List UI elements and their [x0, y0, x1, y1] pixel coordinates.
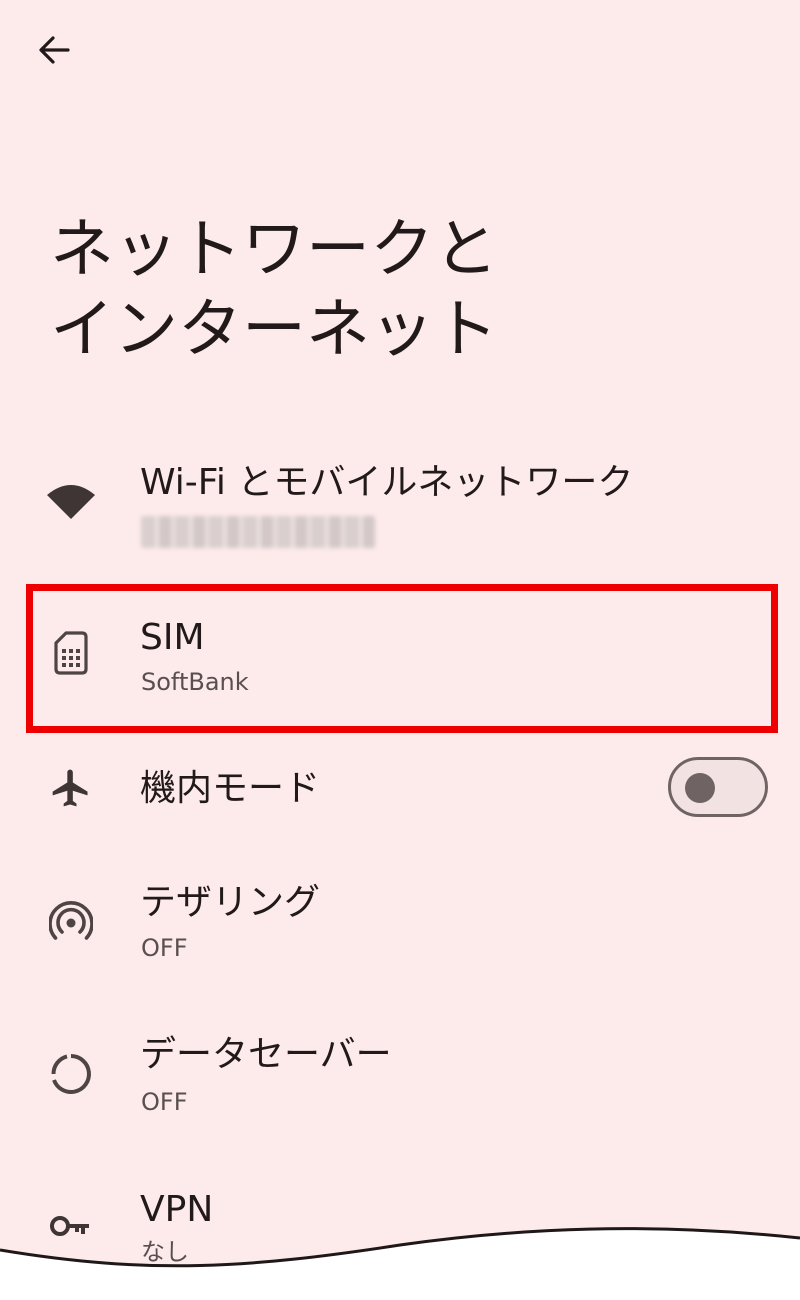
- data-saver-subtitle: OFF: [141, 1088, 188, 1116]
- wifi-network-name-blurred: [141, 516, 375, 548]
- tethering-title: テザリング: [140, 882, 321, 923]
- page-title-line2: インターネット: [50, 293, 498, 367]
- sim-item[interactable]: SIM SoftBank: [0, 600, 800, 705]
- sim-subtitle: SoftBank: [141, 668, 249, 696]
- tethering-item[interactable]: テザリング OFF: [0, 875, 800, 975]
- wifi-mobile-network-title: Wi-Fi とモバイルネットワーク: [140, 462, 634, 503]
- page-title-line1: ネットワークと: [50, 213, 498, 287]
- airplane-mode-title: 機内モード: [140, 768, 321, 809]
- sim-title: SIM: [140, 617, 205, 658]
- vpn-item[interactable]: VPN なし: [0, 1185, 800, 1275]
- airplane-mode-toggle[interactable]: [668, 757, 768, 817]
- page-title: ネットワークと インターネット: [50, 210, 750, 370]
- wifi-mobile-network-item[interactable]: Wi-Fi とモバイルネットワーク: [0, 455, 800, 565]
- vpn-subtitle: なし: [141, 1238, 189, 1266]
- tethering-subtitle: OFF: [141, 934, 188, 962]
- data-saver-icon: [45, 1048, 97, 1100]
- back-button[interactable]: [24, 22, 84, 78]
- data-saver-item[interactable]: データセーバー OFF: [0, 1030, 800, 1130]
- sim-card-icon: [45, 627, 97, 679]
- vpn-title: VPN: [140, 1189, 214, 1230]
- data-saver-title: データセーバー: [140, 1034, 392, 1075]
- hotspot-icon: [45, 897, 97, 949]
- airplane-icon: [45, 762, 97, 814]
- wifi-icon: [45, 475, 97, 527]
- toggle-knob: [685, 773, 715, 803]
- arrow-back-icon: [39, 36, 70, 64]
- vpn-key-icon: [45, 1200, 97, 1252]
